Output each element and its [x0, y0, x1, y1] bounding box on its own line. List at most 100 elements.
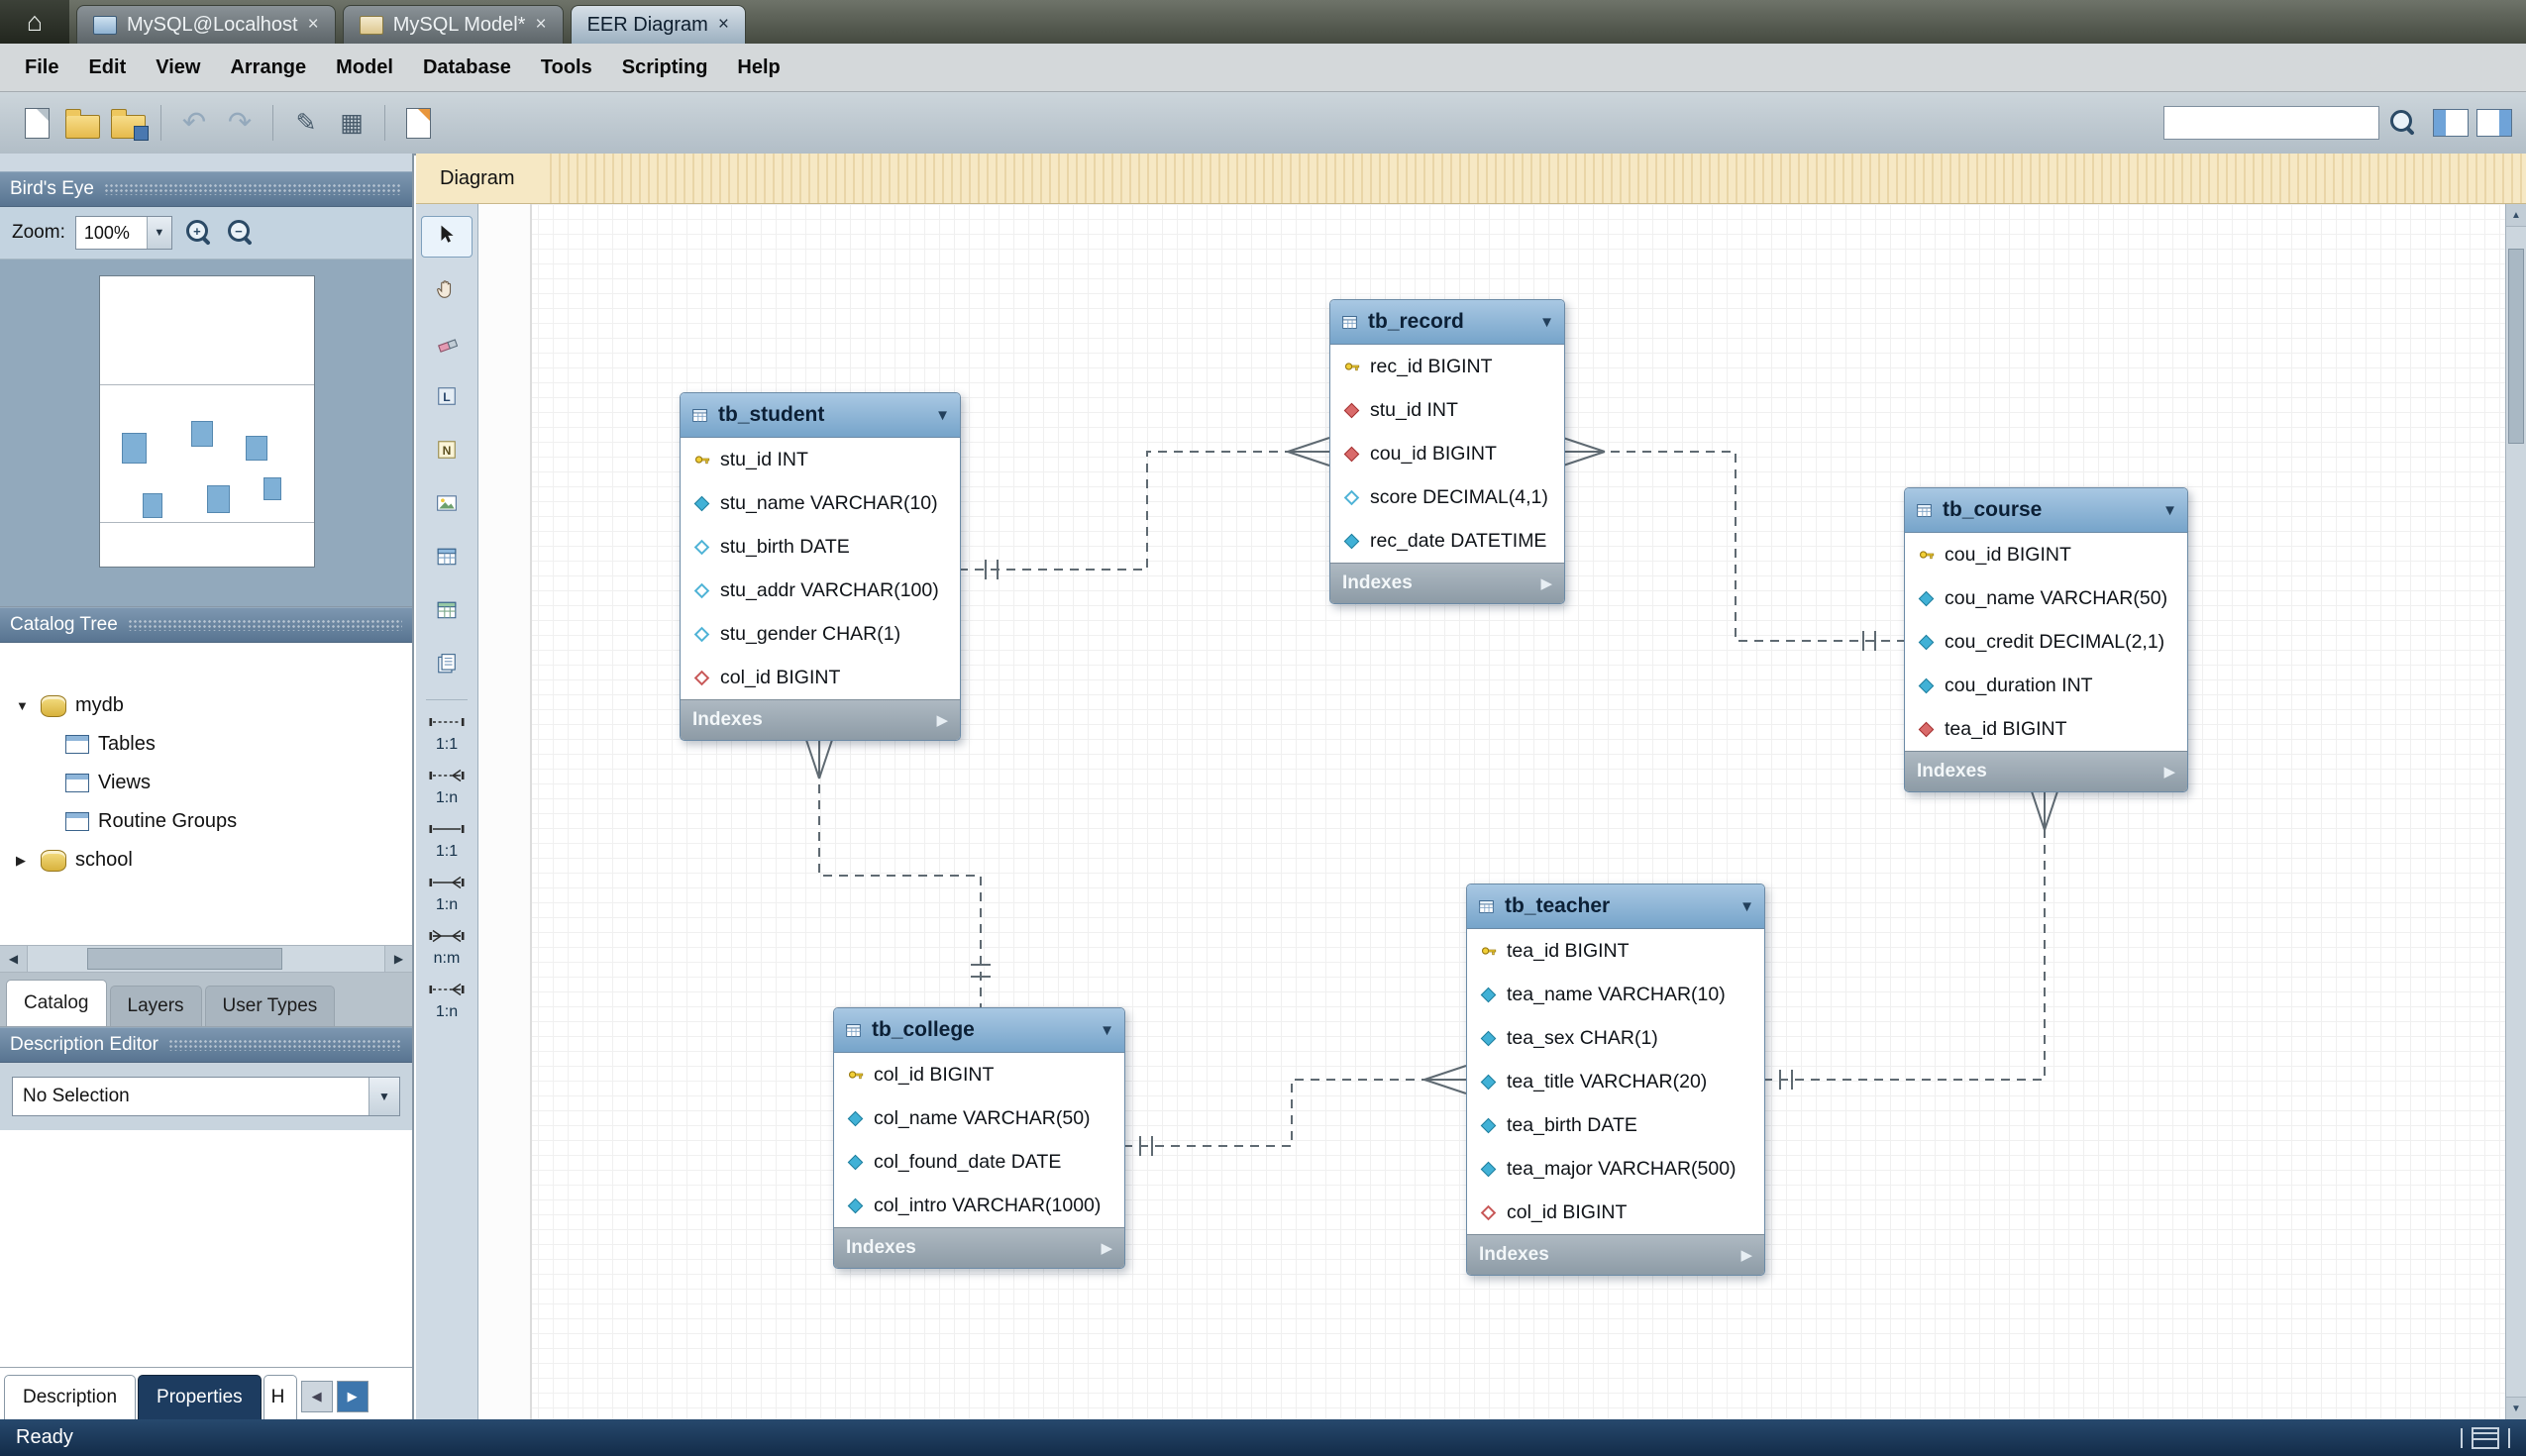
column-row[interactable]: col_intro VARCHAR(1000)	[834, 1184, 1124, 1227]
edit-button[interactable]: ✎	[283, 99, 329, 147]
window-tab-connection[interactable]: MySQL@Localhost ×	[76, 5, 336, 44]
collapse-arrow-icon[interactable]: ▼	[935, 407, 950, 424]
menu-item-view[interactable]: View	[141, 56, 215, 79]
scrollbar-thumb[interactable]	[2508, 249, 2524, 444]
zoom-out-button[interactable]: −	[224, 217, 256, 249]
search-input[interactable]	[2163, 106, 2379, 140]
indexes-bar[interactable]: Indexes▶	[681, 699, 960, 740]
entity-header[interactable]: tb_teacher▼	[1467, 884, 1764, 929]
scrollbar-track[interactable]	[2506, 227, 2526, 1397]
menu-item-database[interactable]: Database	[408, 56, 526, 79]
rel-1-n-identifying-tool[interactable]: 1:n	[422, 875, 472, 914]
canvas-vertical-scrollbar[interactable]: ▲ ▼	[2505, 204, 2526, 1419]
expand-arrow-icon[interactable]: ▶	[936, 711, 948, 729]
menu-item-edit[interactable]: Edit	[73, 56, 141, 79]
home-button[interactable]: ⌂	[0, 0, 69, 44]
menu-item-help[interactable]: Help	[722, 56, 794, 79]
column-row[interactable]: rec_id BIGINT	[1330, 345, 1564, 388]
column-row[interactable]: stu_id INT	[1330, 388, 1564, 432]
indexes-bar[interactable]: Indexes▶	[834, 1227, 1124, 1268]
entity-header[interactable]: tb_college▼	[834, 1008, 1124, 1053]
tab-scroll-right-button[interactable]: ▶	[337, 1381, 368, 1412]
zoom-select[interactable]: 100% ▼	[75, 216, 172, 250]
column-row[interactable]: stu_birth DATE	[681, 525, 960, 569]
menu-item-file[interactable]: File	[10, 56, 73, 79]
routine-group-tool[interactable]	[422, 646, 472, 685]
open-model-button[interactable]	[59, 99, 105, 147]
indexes-bar[interactable]: Indexes▶	[1330, 563, 1564, 603]
scroll-up-icon[interactable]: ▲	[2506, 204, 2526, 227]
redo-button[interactable]: ↷	[217, 99, 263, 147]
column-row[interactable]: cou_credit DECIMAL(2,1)	[1905, 620, 2187, 664]
tree-horizontal-scrollbar[interactable]: ◀ ▶	[0, 945, 412, 973]
rel-college-student[interactable]	[805, 737, 991, 1007]
scroll-down-icon[interactable]: ▼	[2506, 1397, 2526, 1419]
tree-node-school[interactable]: ▶ school	[0, 841, 412, 880]
diagram-canvas[interactable]: tb_student▼stu_id INTstu_name VARCHAR(10…	[478, 204, 2505, 1419]
expand-arrow-icon[interactable]: ▶	[16, 853, 32, 869]
column-row[interactable]: score DECIMAL(4,1)	[1330, 475, 1564, 519]
column-row[interactable]: tea_sex CHAR(1)	[1467, 1016, 1764, 1060]
rel-record-course[interactable]	[1563, 438, 1904, 651]
scrollbar-track[interactable]	[28, 946, 384, 972]
tab-description[interactable]: Description	[4, 1375, 136, 1419]
rel-1-n-self-tool[interactable]: 1:n	[422, 982, 472, 1021]
close-icon[interactable]: ×	[718, 14, 729, 36]
table-tool[interactable]	[422, 539, 472, 578]
rel-student-record[interactable]	[959, 438, 1329, 579]
column-row[interactable]: tea_name VARCHAR(10)	[1467, 973, 1764, 1016]
chevron-down-icon[interactable]: ▼	[368, 1078, 399, 1115]
selection-dropdown[interactable]: No Selection ▼	[12, 1077, 400, 1116]
eraser-tool[interactable]	[422, 325, 472, 364]
tree-node-views[interactable]: Views	[0, 764, 412, 802]
column-row[interactable]: cou_id BIGINT	[1905, 533, 2187, 576]
column-row[interactable]: cou_name VARCHAR(50)	[1905, 576, 2187, 620]
column-row[interactable]: col_id BIGINT	[681, 656, 960, 699]
column-row[interactable]: tea_birth DATE	[1467, 1103, 1764, 1147]
rel-1-1-identifying-tool[interactable]: 1:1	[422, 821, 472, 861]
entity-tb_student[interactable]: tb_student▼stu_id INTstu_name VARCHAR(10…	[680, 392, 961, 741]
rel-college-teacher[interactable]	[1123, 1066, 1466, 1156]
column-row[interactable]: rec_date DATETIME	[1330, 519, 1564, 563]
expand-arrow-icon[interactable]: ▶	[1101, 1239, 1112, 1257]
close-icon[interactable]: ×	[308, 14, 319, 36]
tree-node-tables[interactable]: Tables	[0, 725, 412, 764]
menu-item-scripting[interactable]: Scripting	[607, 56, 723, 79]
chevron-down-icon[interactable]: ▼	[147, 217, 171, 249]
collapse-arrow-icon[interactable]: ▼	[1100, 1022, 1114, 1039]
menu-item-model[interactable]: Model	[321, 56, 408, 79]
birds-eye-minimap[interactable]	[0, 260, 412, 607]
tree-node-mydb[interactable]: ▼ mydb	[0, 686, 412, 725]
collapse-arrow-icon[interactable]: ▼	[1739, 898, 1754, 915]
entity-header[interactable]: tb_record▼	[1330, 300, 1564, 345]
column-row[interactable]: tea_id BIGINT	[1905, 707, 2187, 751]
scrollbar-thumb[interactable]	[87, 948, 282, 970]
grid-button[interactable]: ▦	[329, 99, 374, 147]
menu-item-tools[interactable]: Tools	[526, 56, 607, 79]
diagram-tab-label[interactable]: Diagram	[416, 154, 545, 203]
tab-history[interactable]: H	[263, 1375, 297, 1419]
window-tab-model[interactable]: MySQL Model* ×	[343, 5, 564, 44]
tab-user-types[interactable]: User Types	[205, 986, 336, 1026]
collapse-arrow-icon[interactable]: ▼	[2162, 502, 2177, 519]
collapse-arrow-icon[interactable]: ▼	[16, 698, 32, 713]
new-page-button[interactable]	[395, 99, 441, 147]
entity-tb_record[interactable]: tb_record▼rec_id BIGINTstu_id INTcou_id …	[1329, 299, 1565, 604]
entity-tb_college[interactable]: tb_college▼col_id BIGINTcol_name VARCHAR…	[833, 1007, 1125, 1269]
view-tool[interactable]	[422, 592, 472, 632]
indexes-bar[interactable]: Indexes▶	[1905, 751, 2187, 791]
note-tool[interactable]: N	[422, 432, 472, 471]
close-icon[interactable]: ×	[535, 14, 546, 36]
column-row[interactable]: stu_addr VARCHAR(100)	[681, 569, 960, 612]
rel-1-1-non-identifying-tool[interactable]: 1:1	[422, 714, 472, 754]
tab-catalog[interactable]: Catalog	[6, 980, 107, 1026]
expand-arrow-icon[interactable]: ▶	[1740, 1246, 1752, 1264]
window-tab-eer-diagram[interactable]: EER Diagram ×	[571, 5, 746, 44]
column-row[interactable]: tea_title VARCHAR(20)	[1467, 1060, 1764, 1103]
column-row[interactable]: stu_gender CHAR(1)	[681, 612, 960, 656]
rel-n-m-identifying-tool[interactable]: n:m	[422, 928, 472, 968]
pointer-tool[interactable]	[421, 216, 473, 258]
entity-tb_teacher[interactable]: tb_teacher▼tea_id BIGINTtea_name VARCHAR…	[1466, 884, 1765, 1276]
entity-tb_course[interactable]: tb_course▼cou_id BIGINTcou_name VARCHAR(…	[1904, 487, 2188, 792]
rel-1-n-non-identifying-tool[interactable]: 1:n	[422, 768, 472, 807]
